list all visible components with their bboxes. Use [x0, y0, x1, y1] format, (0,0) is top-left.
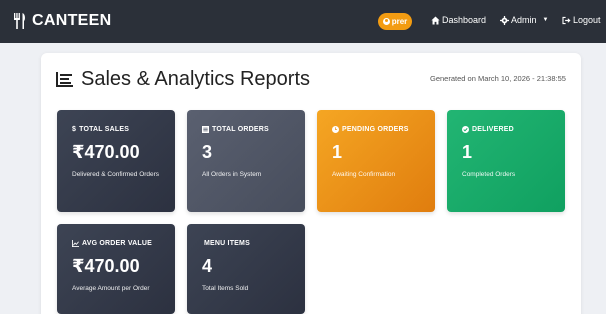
stat-label-text: DELIVERED [472, 126, 514, 133]
stat-label: DELIVERED [462, 126, 514, 133]
top-navbar: CANTEEN prer Dashboard Admin ▼ Logout [0, 0, 606, 43]
nav-admin-dropdown[interactable]: Admin ▼ [500, 15, 548, 25]
stat-label-text: AVG ORDER VALUE [82, 240, 153, 247]
stat-subtext: Completed Orders [462, 171, 516, 178]
nav-logout[interactable]: Logout [562, 15, 601, 25]
stat-card-total-sales: $ TOTAL SALES ₹470.00 Delivered & Confir… [57, 110, 175, 212]
stat-label: PENDING ORDERS [332, 126, 409, 133]
list-icon [202, 126, 209, 133]
utensils-icon [14, 13, 25, 29]
stat-label-text: TOTAL SALES [79, 126, 130, 133]
stat-card-pending-orders: PENDING ORDERS 1 Awaiting Confirmation [317, 110, 435, 212]
chart-area-icon [56, 72, 73, 87]
home-icon [431, 15, 440, 25]
page-title: Sales & Analytics Reports [56, 68, 310, 91]
stat-card-menu-items: MENU ITEMS 4 Total Items Sold [187, 224, 305, 314]
brand-text: CANTEEN [32, 12, 112, 29]
user-badge[interactable]: prer [378, 13, 412, 30]
stat-label: MENU ITEMS [204, 240, 250, 247]
stat-subtext: Delivered & Confirmed Orders [72, 171, 160, 178]
check-circle-icon [462, 126, 469, 133]
nav-dashboard-label: Dashboard [442, 15, 487, 25]
stat-subtext: Awaiting Confirmation [332, 171, 396, 178]
sign-out-icon [562, 16, 571, 24]
chart-line-icon [72, 240, 79, 247]
stat-subtext: All Orders in System [202, 171, 262, 178]
dollar-icon: $ [72, 126, 77, 133]
stat-card-total-orders: TOTAL ORDERS 3 All Orders in System [187, 110, 305, 212]
stat-value: ₹470.00 [72, 256, 140, 276]
stat-value: 4 [202, 256, 213, 276]
user-icon [382, 18, 390, 25]
stat-value: 1 [332, 142, 343, 162]
stat-value: 1 [462, 142, 473, 162]
stat-label-text: TOTAL ORDERS [212, 126, 269, 133]
stat-label-text: MENU ITEMS [204, 240, 250, 247]
chevron-down-icon: ▼ [542, 17, 549, 23]
stat-card-avg-order-value: AVG ORDER VALUE ₹470.00 Average Amount p… [57, 224, 175, 314]
clock-icon [332, 126, 339, 133]
stat-label-text: PENDING ORDERS [342, 126, 409, 133]
stat-label: $ TOTAL SALES [72, 126, 129, 133]
user-name: prer [391, 17, 408, 26]
gear-icon [500, 15, 509, 25]
stat-card-delivered: DELIVERED 1 Completed Orders [447, 110, 565, 212]
stat-value: ₹470.00 [72, 142, 140, 162]
page-title-text: Sales & Analytics Reports [81, 68, 310, 90]
brand-link[interactable]: CANTEEN [13, 12, 111, 30]
stat-subtext: Average Amount per Order [72, 285, 150, 292]
stat-value: 3 [202, 142, 213, 162]
stat-label: TOTAL ORDERS [202, 126, 269, 133]
generated-timestamp: Generated on March 10, 2026 - 21:38:55 [430, 74, 566, 83]
nav-admin-label: Admin [511, 15, 537, 25]
stat-subtext: Total Items Sold [202, 285, 249, 292]
stat-label: AVG ORDER VALUE [72, 240, 152, 247]
nav-logout-label: Logout [573, 15, 601, 25]
nav-dashboard[interactable]: Dashboard [431, 15, 486, 25]
